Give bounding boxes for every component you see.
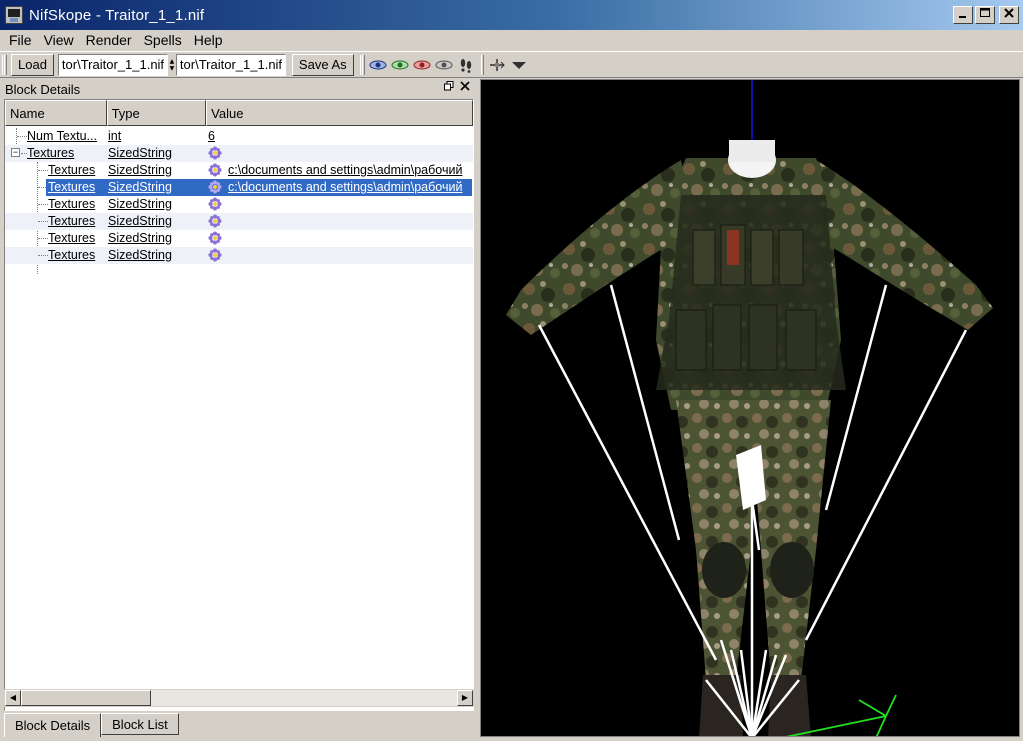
load-button[interactable]: Load [11,53,54,76]
row-name: Textures [48,231,96,245]
menu-view[interactable]: View [38,32,80,48]
dropdown-icon[interactable] [510,56,528,74]
menu-bar: File View Render Spells Help [0,30,1023,50]
block-details-tree[interactable]: Name Type Value Num Textu... int 6 − Tex… [4,99,474,711]
model-render [506,80,993,736]
flower-icon [208,214,222,228]
row-value: c:\documents and settings\admin\рабочий [228,180,463,194]
flower-icon [208,231,222,245]
row-value: 6 [208,129,215,143]
tree-row[interactable]: Textures SizedString [5,213,473,230]
dock-tabs: Block Details Block List [4,713,179,737]
flower-icon [208,146,222,160]
tree-row[interactable]: Textures SizedString [5,196,473,213]
block-details-dock: Block Details Name Type Value Num Textu.… [0,79,476,741]
footprints-icon[interactable] [457,56,475,74]
tab-block-list[interactable]: Block List [101,713,179,735]
toolbar-grip[interactable] [361,54,365,75]
dock-close-icon[interactable] [460,81,470,94]
dock-title: Block Details [5,81,81,97]
row-name: Textures [48,248,96,262]
tab-block-details[interactable]: Block Details [4,713,102,737]
flower-icon [208,248,222,262]
toolbar-grip[interactable] [4,54,7,75]
row-type: SizedString [108,231,172,245]
eye-green-icon[interactable] [391,56,409,74]
dock-title-bar[interactable]: Block Details [0,79,476,99]
title-bar[interactable]: NifSkope - Traitor_1_1.nif [0,0,1023,30]
tree-header: Name Type Value [5,100,473,126]
nifskope-app-icon[interactable] [5,6,23,24]
float-icon[interactable] [444,81,454,94]
horizontal-scrollbar[interactable]: ◀ ▶ [4,689,474,707]
minimize-button[interactable] [953,6,973,24]
flower-icon [208,197,222,211]
row-name: Textures [48,180,96,194]
toolbar-grip[interactable] [480,54,484,75]
row-type: SizedString [108,146,172,160]
minimize-icon [959,16,966,18]
eye-gray-icon[interactable] [435,56,453,74]
scroll-left-button[interactable]: ◀ [5,690,21,706]
tree-row-selected[interactable]: Textures SizedString c:\documents and se… [5,179,473,196]
close-button[interactable] [999,6,1019,24]
row-name: Textures [48,163,96,177]
row-type: SizedString [108,248,172,262]
menu-file[interactable]: File [3,32,38,48]
toolbar: Load tor\Traitor_1_1.nif ▲ ▼ tor\Traitor_… [0,51,1023,78]
tree-row[interactable]: Num Textu... int 6 [5,128,473,145]
row-name: Textures [48,197,96,211]
tree-row[interactable]: Textures SizedString c:\documents and se… [5,162,473,179]
eye-red-icon[interactable] [413,56,431,74]
save-as-button[interactable]: Save As [291,53,354,76]
collapse-icon[interactable]: − [11,148,20,157]
eye-blue-icon[interactable] [369,56,387,74]
row-value: c:\documents and settings\admin\рабочий [228,163,463,177]
axes-icon[interactable] [488,56,506,74]
flower-icon [208,180,222,194]
row-type: SizedString [108,214,172,228]
close-icon [1004,8,1014,18]
row-name: Textures [48,214,96,228]
path-switch-arrows[interactable]: ▲ ▼ [168,55,176,75]
tree-row[interactable]: Textures SizedString [5,247,473,264]
row-type: SizedString [108,180,172,194]
row-type: SizedString [108,197,172,211]
row-name: Num Textu... [27,129,97,143]
render-viewport[interactable] [480,79,1020,737]
menu-spells[interactable]: Spells [138,32,188,48]
row-type: int [108,129,122,143]
row-name: Textures [27,146,75,160]
flower-icon [208,163,222,177]
window-title: NifSkope - Traitor_1_1.nif [29,6,205,24]
save-path-input[interactable]: tor\Traitor_1_1.nif [175,53,286,76]
tree-rows: Num Textu... int 6 − Textures SizedStrin… [5,126,473,274]
menu-help[interactable]: Help [188,32,229,48]
row-type: SizedString [108,163,172,177]
load-path-input[interactable]: tor\Traitor_1_1.nif [57,53,168,76]
column-header-value[interactable]: Value [206,100,473,126]
tree-row[interactable]: Textures SizedString [5,230,473,247]
maximize-button[interactable] [975,6,995,24]
column-header-name[interactable]: Name [5,100,107,126]
menu-render[interactable]: Render [80,32,138,48]
scroll-right-button[interactable]: ▶ [457,690,473,706]
tree-row[interactable]: − Textures SizedString [5,145,473,162]
maximize-icon [980,8,990,17]
scroll-thumb[interactable] [21,690,151,706]
column-header-type[interactable]: Type [106,100,207,126]
